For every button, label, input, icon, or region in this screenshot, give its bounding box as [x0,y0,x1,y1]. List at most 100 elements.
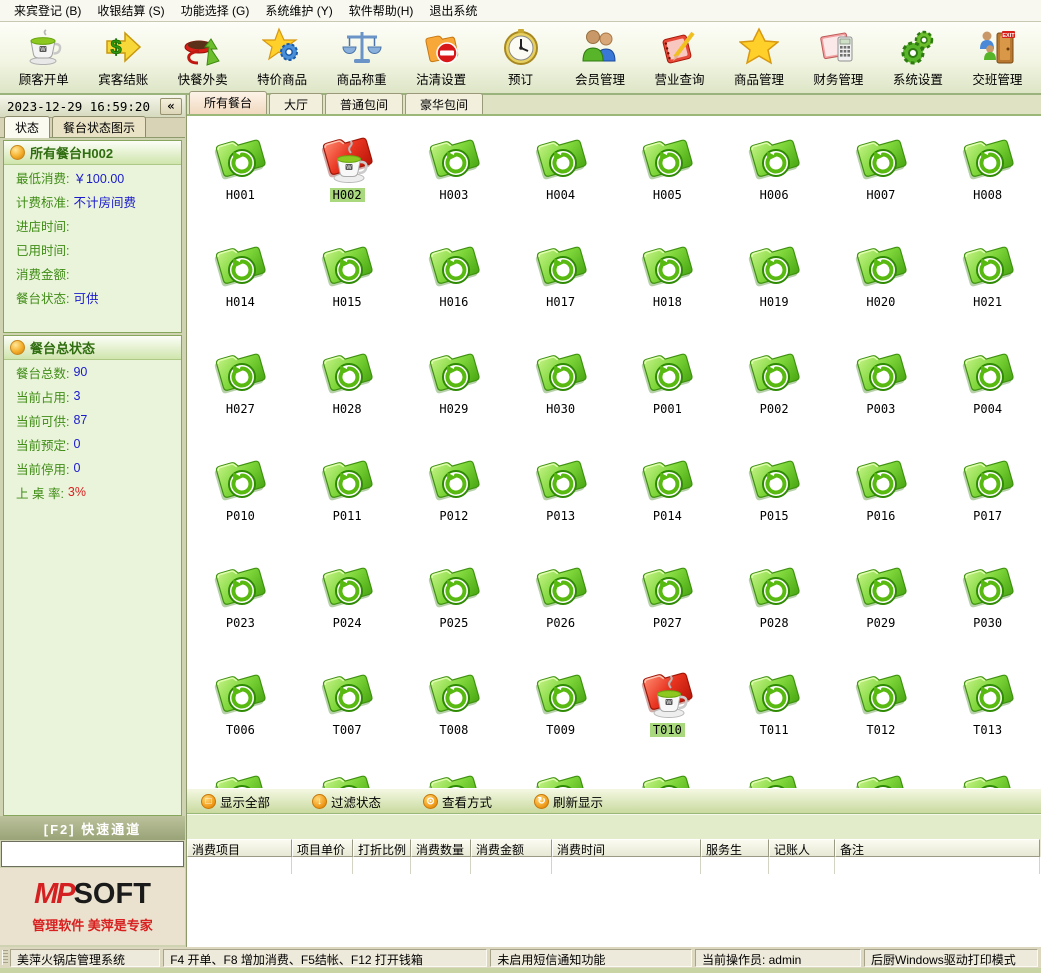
table-cell-P016[interactable]: P016 [828,437,935,544]
order-column-7[interactable]: 记账人 [769,839,835,857]
quick-channel-input[interactable] [1,841,184,867]
table-label: T013 [970,723,1005,737]
reservation-button[interactable]: 预订 [481,24,560,93]
items-management-button[interactable]: 商品管理 [719,24,798,93]
table-cell-T009[interactable]: T009 [507,651,614,758]
table-cell-H007[interactable]: H007 [828,116,935,223]
table-cell-T013[interactable]: T013 [934,651,1041,758]
order-column-2[interactable]: 打折比例 [353,839,411,857]
soldout-settings-button[interactable]: 沽清设置 [401,24,480,93]
special-items-button[interactable]: 特价商品 [242,24,321,93]
field-label: 餐台总数: [16,363,69,382]
table-cell-partial[interactable] [828,758,935,788]
finance-button[interactable]: 财务管理 [799,24,878,93]
weigh-items-button[interactable]: 商品称重 [322,24,401,93]
table-cell-T008[interactable]: T008 [401,651,508,758]
tab-table-status-legend[interactable]: 餐台状态图示 [52,116,146,137]
table-cell-partial[interactable] [721,758,828,788]
table-label: P017 [970,509,1005,523]
table-cell-T012[interactable]: T012 [828,651,935,758]
tab-standard-room[interactable]: 普通包间 [325,93,403,114]
table-cell-H002[interactable]: H002 [294,116,401,223]
collapse-sidebar-button[interactable]: « [160,98,182,115]
shift-management-button[interactable]: EXIT 交班管理 [958,24,1037,93]
table-cell-P004[interactable]: P004 [934,330,1041,437]
table-cell-H014[interactable]: H014 [187,223,294,330]
table-cell-P017[interactable]: P017 [934,437,1041,544]
table-cell-H029[interactable]: H029 [401,330,508,437]
order-column-1[interactable]: 项目单价 [292,839,353,857]
table-cell-partial[interactable] [507,758,614,788]
table-cell-P028[interactable]: P028 [721,544,828,651]
show-all-button[interactable]: □显示全部 [201,792,270,811]
table-cell-P026[interactable]: P026 [507,544,614,651]
table-cell-partial[interactable] [294,758,401,788]
table-cell-H020[interactable]: H020 [828,223,935,330]
table-cell-T010[interactable]: T010 [614,651,721,758]
table-cell-P001[interactable]: P001 [614,330,721,437]
table-cell-H027[interactable]: H027 [187,330,294,437]
table-cell-H005[interactable]: H005 [614,116,721,223]
table-cell-P010[interactable]: P010 [187,437,294,544]
table-cell-H004[interactable]: H004 [507,116,614,223]
table-cell-H019[interactable]: H019 [721,223,828,330]
system-settings-button[interactable]: 系统设置 [878,24,957,93]
table-cell-P027[interactable]: P027 [614,544,721,651]
filter-status-button[interactable]: ↓过滤状态 [312,792,381,811]
checkout-button[interactable]: $ 宾客结账 [83,24,162,93]
table-cell-P029[interactable]: P029 [828,544,935,651]
table-cell-T011[interactable]: T011 [721,651,828,758]
table-cell-H018[interactable]: H018 [614,223,721,330]
table-cell-T006[interactable]: T006 [187,651,294,758]
view-mode-button[interactable]: ⊙查看方式 [423,792,492,811]
menu-item-0[interactable]: 来宾登记 (B) [6,0,89,21]
menu-item-3[interactable]: 系统维护 (Y) [257,0,340,21]
menu-item-5[interactable]: 退出系统 [421,0,485,21]
tab-hall[interactable]: 大厅 [269,93,323,114]
table-cell-P013[interactable]: P013 [507,437,614,544]
tab-status[interactable]: 状态 [4,116,50,138]
table-cell-T007[interactable]: T007 [294,651,401,758]
table-cell-H015[interactable]: H015 [294,223,401,330]
toolbar-label: 财务管理 [813,69,863,88]
order-column-3[interactable]: 消费数量 [411,839,471,857]
tab-all-tables[interactable]: 所有餐台 [189,91,267,114]
table-cell-P015[interactable]: P015 [721,437,828,544]
table-cell-P012[interactable]: P012 [401,437,508,544]
table-cell-H006[interactable]: H006 [721,116,828,223]
table-cell-H008[interactable]: H008 [934,116,1041,223]
order-column-4[interactable]: 消费金额 [471,839,552,857]
business-query-button[interactable]: 营业查询 [640,24,719,93]
order-column-8[interactable]: 备注 [835,839,1040,857]
table-cell-P002[interactable]: P002 [721,330,828,437]
table-cell-P011[interactable]: P011 [294,437,401,544]
table-cell-H021[interactable]: H021 [934,223,1041,330]
refresh-button[interactable]: ↻刷新显示 [534,792,603,811]
table-cell-H003[interactable]: H003 [401,116,508,223]
table-cell-P030[interactable]: P030 [934,544,1041,651]
order-column-0[interactable]: 消费项目 [187,839,292,857]
open-order-button[interactable]: W 顾客开单 [4,24,83,93]
table-cell-H017[interactable]: H017 [507,223,614,330]
table-cell-P014[interactable]: P014 [614,437,721,544]
order-column-6[interactable]: 服务生 [701,839,769,857]
table-cell-partial[interactable] [614,758,721,788]
table-cell-P024[interactable]: P024 [294,544,401,651]
order-column-5[interactable]: 消费时间 [552,839,701,857]
table-cell-H028[interactable]: H028 [294,330,401,437]
table-cell-partial[interactable] [187,758,294,788]
menu-item-2[interactable]: 功能选择 (G) [173,0,258,21]
takeout-button[interactable]: 快餐外卖 [163,24,242,93]
table-cell-partial[interactable] [401,758,508,788]
table-cell-H016[interactable]: H016 [401,223,508,330]
menu-item-4[interactable]: 软件帮助(H) [341,0,422,21]
table-cell-H030[interactable]: H030 [507,330,614,437]
table-cell-P025[interactable]: P025 [401,544,508,651]
table-cell-P023[interactable]: P023 [187,544,294,651]
table-cell-H001[interactable]: H001 [187,116,294,223]
table-cell-P003[interactable]: P003 [828,330,935,437]
members-button[interactable]: 会员管理 [560,24,639,93]
menu-item-1[interactable]: 收银结算 (S) [89,0,172,21]
tab-deluxe-room[interactable]: 豪华包间 [405,93,483,114]
table-cell-partial[interactable] [934,758,1041,788]
